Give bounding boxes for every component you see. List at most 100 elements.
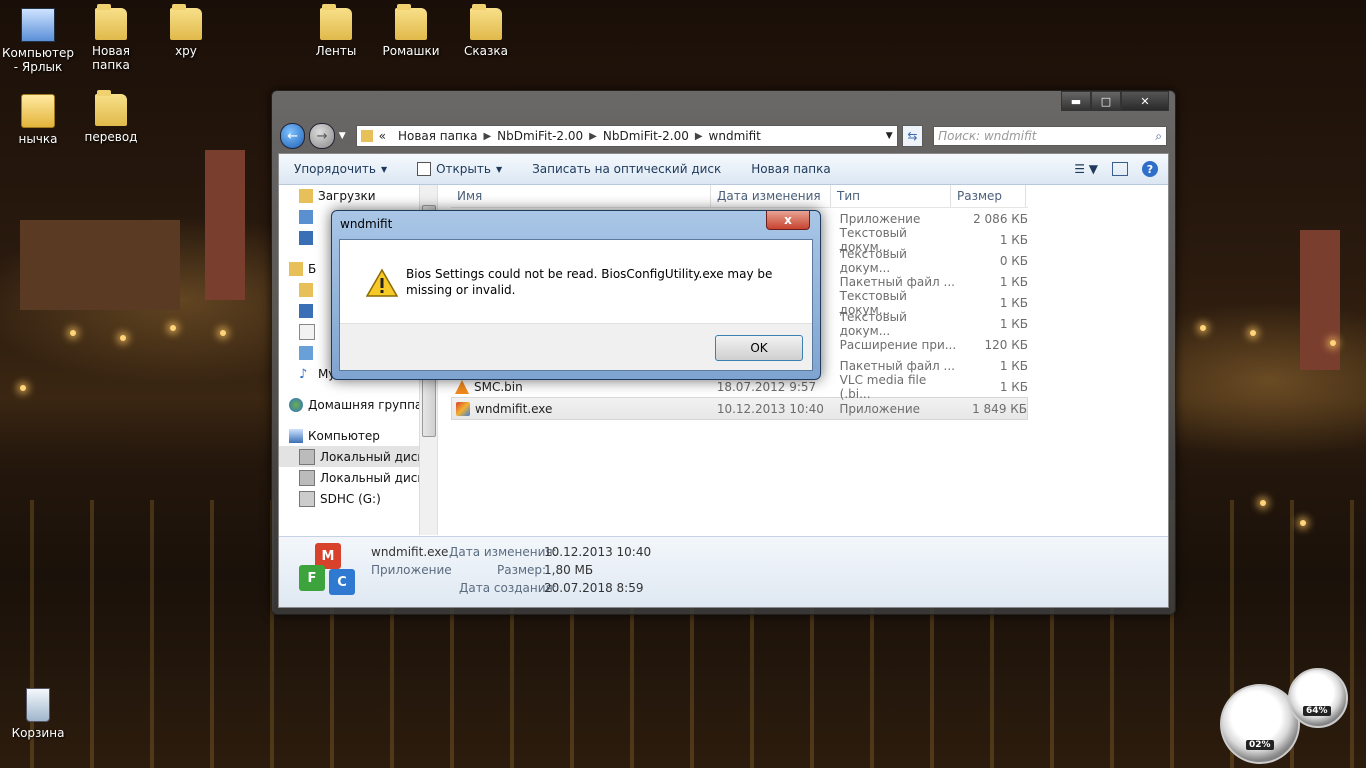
downloads-icon [299,188,313,203]
computer-icon [289,428,303,443]
nav-item-local-disk-1[interactable]: Локальный диск [279,446,437,467]
file-date: 10.12.2013 10:40 [716,401,824,416]
address-dropdown-icon[interactable]: ▼ [886,131,893,141]
desktop-icon-romashki[interactable]: Ромашки [373,4,449,58]
folder-icon [470,4,502,40]
search-placeholder: Поиск: wndmifit [938,129,1037,143]
preview-pane-icon[interactable] [1112,162,1128,176]
view-options-icon[interactable]: ☰ ▼ [1074,162,1098,176]
new-folder-label: Новая папка [751,162,831,176]
search-input[interactable]: Поиск: wndmifit ⌕ [933,126,1167,146]
cpu-meter-gadget[interactable]: 02% 64% [1216,666,1366,768]
file-type: Приложение [839,211,921,226]
chevron-down-icon: ▼ [495,164,503,174]
error-dialog: wndmifit x Bios Settings could not be re… [331,210,821,380]
close-button[interactable]: ✕ [1121,91,1169,111]
nav-item-label: Локальный диск [320,449,425,464]
dialog-message: Bios Settings could not be read. BiosCon… [406,267,773,297]
desktop-icon-label: Ромашки [382,44,440,58]
nav-item-sdhc[interactable]: SDHC (G:) [279,488,437,509]
column-name[interactable]: Имя [451,185,711,207]
nav-item-local-disk-2[interactable]: Локальный диск [279,467,437,488]
folder-icon [95,90,127,126]
desktop-icon-computer-shortcut[interactable]: Компьютер - Ярлык [0,8,76,74]
file-type: Текстовый докум... [839,246,907,275]
cube-f: F [299,565,325,591]
back-button[interactable]: ← [280,123,306,149]
breadcrumb-nbdmifit-1[interactable]: NbDmiFit-2.00 [491,129,589,143]
dialog-footer: OK [340,323,812,370]
refresh-button[interactable]: ⇆ [901,125,924,147]
breadcrumb-nbdmifit-2[interactable]: NbDmiFit-2.00 [597,129,695,143]
nav-item-homegroup[interactable]: Домашняя группа [279,394,437,415]
file-date: 18.07.2012 9:57 [716,379,817,394]
desktop-icon-nychka[interactable]: нычка [0,94,76,146]
breadcrumb-wndmifit[interactable]: wndmifit [703,129,767,143]
places-icon [299,230,313,245]
nav-item-label: Локальный диск [320,470,425,485]
folder-icon [95,4,127,40]
dialog-title: wndmifit [340,217,393,231]
exe-app-icon [456,401,470,416]
desktop-icon-skazka[interactable]: Сказка [448,4,524,58]
libraries-icon [289,261,303,276]
desktop-icon-new-folder[interactable]: Новая папка [73,4,149,72]
window-controls: ▬ □ ✕ [1061,91,1169,111]
folder-icon [395,4,427,40]
sd-card-icon [299,490,315,507]
cube-c: C [329,569,355,595]
ram-gauge [1288,668,1348,728]
nav-item-computer[interactable]: Компьютер [279,425,437,446]
file-name: wndmifit.exe [475,401,553,416]
documents-folder-icon [299,282,313,297]
column-size[interactable]: Размер [951,185,1026,207]
open-button[interactable]: Открыть ▼ [402,162,517,176]
file-type: Пакетный файл ... [839,274,955,289]
desktop-icon-perevod[interactable]: перевод [73,90,149,144]
file-type: VLC media file (.bi... [839,372,927,401]
nav-item-label: Домашняя группа [308,397,423,412]
chevron-down-icon[interactable]: ▼ [339,131,346,141]
breadcrumb-separator-icon[interactable]: ▶ [589,131,597,142]
desktop-icon-label: Сказка [464,44,508,58]
burn-disc-button[interactable]: Записать на оптический диск [517,162,736,176]
folder-icon [170,4,202,40]
maximize-button[interactable]: □ [1091,91,1121,111]
burn-label: Записать на оптический диск [532,162,722,176]
details-modified-label: Дата изменения: [449,545,557,559]
mfc-app-icon: M F C [299,543,357,601]
command-bar: Упорядочить ▼ Открыть ▼ Записать на опти… [279,154,1168,185]
column-type[interactable]: Тип [831,185,951,207]
forward-button[interactable]: → [309,123,335,149]
breadcrumb-separator-icon[interactable]: ▶ [483,131,491,142]
details-size-value: 1,80 МБ [544,563,594,577]
new-folder-button[interactable]: Новая папка [736,162,845,176]
breadcrumb-separator-icon[interactable]: ▶ [695,131,703,142]
desktop-icon-recycle-bin[interactable]: Корзина [0,688,76,740]
desktop-icon-label: хру [175,44,197,58]
recycle-bin-icon [26,688,50,722]
address-row: ← → ▼ « Новая папка ▶ NbDmiFit-2.00 ▶ Nb… [280,123,1167,149]
file-size: 1 КБ [999,232,1029,247]
details-kind: Приложение [371,563,452,577]
music-icon: ♪ [299,366,308,382]
minimize-button[interactable]: ▬ [1061,91,1091,111]
ok-button[interactable]: OK [715,335,803,361]
file-size: 1 КБ [999,358,1029,373]
desktop-icon-lenty[interactable]: Ленты [298,4,374,58]
details-pane: M F C wndmifit.exe Приложение Дата измен… [279,536,1168,607]
chevron-down-icon: ▼ [380,164,388,174]
help-icon[interactable]: ? [1142,161,1158,177]
dialog-close-button[interactable]: x [766,211,810,230]
breadcrumb-overflow[interactable]: « [373,129,392,143]
breadcrumb-new-folder[interactable]: Новая папка [392,129,483,143]
organize-button[interactable]: Упорядочить ▼ [279,162,402,176]
desktop-icon-label: Корзина [11,726,65,740]
homegroup-icon [289,397,303,412]
folder-icon [360,130,373,142]
address-bar[interactable]: « Новая папка ▶ NbDmiFit-2.00 ▶ NbDmiFit… [355,125,898,147]
column-date[interactable]: Дата изменения [711,185,831,207]
desktop-icon-khru[interactable]: хру [148,4,224,58]
nav-item-downloads[interactable]: Загрузки [279,185,437,206]
file-size: 1 849 КБ [972,401,1028,416]
